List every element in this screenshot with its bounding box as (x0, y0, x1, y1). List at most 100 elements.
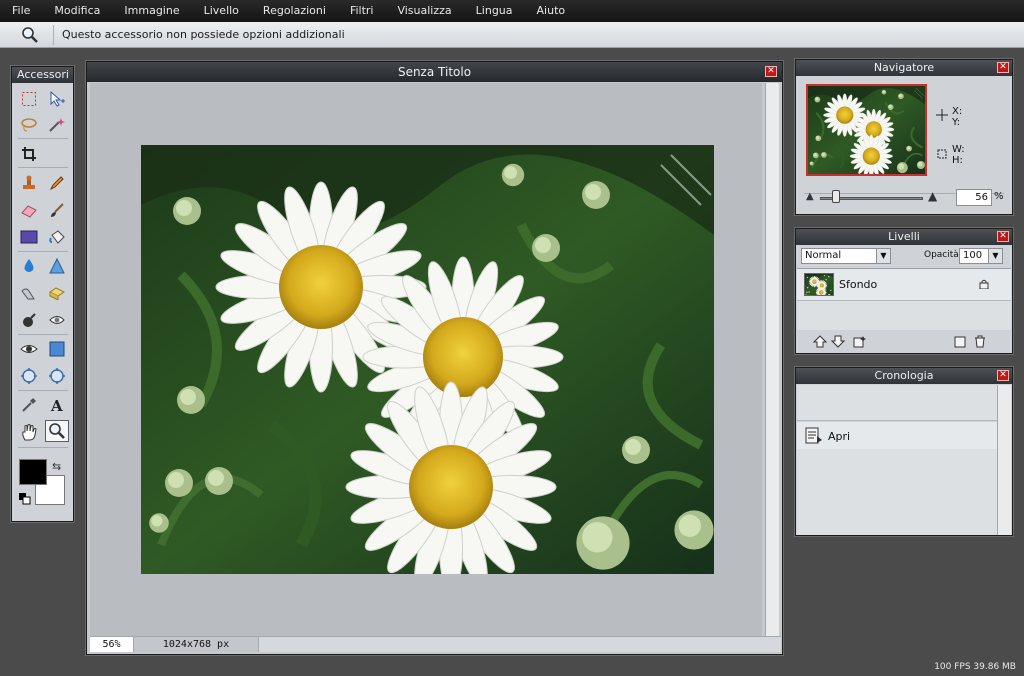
document-title-text: Senza Titolo (397, 65, 472, 79)
shape-icon[interactable] (45, 338, 69, 360)
layer-list: Sfondo (797, 268, 1011, 330)
navigator-zoom-input[interactable]: 56 (956, 189, 992, 206)
tools-panel: Accessori A ⇆ (11, 66, 74, 522)
menu-filtri[interactable]: Filtri (342, 0, 382, 22)
navigator-title: Navigatore ✕ (796, 60, 1012, 76)
document-window: Senza Titolo ✕ 56% 1024x768 px (86, 61, 783, 655)
zoom-icon[interactable] (45, 420, 69, 442)
lock-icon (979, 279, 989, 289)
menu-visualizza[interactable]: Visualizza (389, 0, 459, 22)
layers-title-text: Livelli (888, 230, 920, 243)
tools-separator (18, 138, 68, 139)
layer-row[interactable]: Sfondo (797, 269, 1011, 301)
crop-icon[interactable] (17, 143, 41, 165)
foreground-color-swatch[interactable] (19, 459, 47, 485)
navigator-title-text: Navigatore (873, 61, 935, 74)
zoom-slider-handle[interactable] (832, 190, 840, 203)
crosshair-icon (936, 109, 948, 121)
tools-separator (18, 167, 68, 168)
stamp-icon[interactable] (17, 172, 41, 194)
bloat-icon[interactable] (17, 365, 41, 387)
options-message: Questo accessorio non possiede opzioni a… (62, 28, 345, 41)
tools-separator (18, 390, 68, 391)
eye-icon[interactable] (17, 338, 41, 360)
zoom-out-icon[interactable]: ▲ (806, 191, 814, 202)
pencil-icon[interactable] (45, 172, 69, 194)
document-zoom[interactable]: 56% (90, 637, 134, 652)
history-item[interactable]: Apri (797, 422, 997, 449)
rectangle-icon[interactable] (17, 226, 41, 248)
history-empty-area (797, 449, 997, 535)
bucket-icon[interactable] (45, 226, 69, 248)
document-title: Senza Titolo ✕ (87, 62, 782, 82)
text-icon[interactable]: A (45, 394, 69, 416)
menu-modifica[interactable]: Modifica (46, 0, 108, 22)
opacity-select[interactable]: 100 ▼ (959, 248, 1003, 264)
image-canvas[interactable] (141, 145, 714, 574)
opacity-value: 100 (963, 250, 983, 261)
history-scrollbar[interactable] (997, 385, 1011, 535)
lasso-icon[interactable] (17, 114, 41, 136)
menu-livello[interactable]: Livello (196, 0, 247, 22)
navigator-x-label: X: (952, 106, 963, 117)
marquee-icon[interactable] (17, 88, 41, 110)
sponge-icon[interactable] (17, 282, 41, 304)
tools-separator (18, 251, 68, 252)
swap-colors-icon[interactable]: ⇆ (52, 460, 61, 473)
dodge-icon[interactable] (45, 282, 69, 304)
close-document-icon[interactable]: ✕ (765, 66, 777, 77)
move-layer-up-icon[interactable] (813, 335, 827, 348)
tools-grid: A (12, 83, 73, 463)
move-layer-down-icon[interactable] (831, 335, 845, 348)
eraser-icon[interactable] (17, 199, 41, 221)
layers-title: Livelli ✕ (796, 229, 1012, 245)
menu-regolazioni[interactable]: Regolazioni (255, 0, 334, 22)
navigator-w-label: W: (952, 144, 965, 155)
tools-panel-title: Accessori (12, 67, 73, 83)
wand-icon[interactable] (45, 114, 69, 136)
pinch-icon[interactable] (45, 365, 69, 387)
options-bar: Questo accessorio non possiede opzioni a… (0, 22, 1024, 48)
history-title-text: Cronologia (874, 369, 934, 382)
navigator-h-label: H: (952, 155, 963, 166)
eyedropper-icon[interactable] (17, 394, 41, 416)
layer-thumbnail (804, 273, 834, 296)
dimension-icon (937, 149, 947, 159)
reset-colors-icon[interactable] (19, 493, 31, 505)
menu-lingua[interactable]: Lingua (468, 0, 521, 22)
history-panel: Cronologia ✕ Apri (795, 367, 1013, 536)
history-document-icon (805, 427, 822, 444)
navigator-body: X: Y: W: H: ▲ ▲ 56 % (796, 76, 1012, 214)
tools-separator (18, 447, 68, 448)
zoom-in-icon[interactable]: ▲ (928, 189, 937, 203)
drop-icon[interactable] (17, 255, 41, 277)
menu-file[interactable]: File (4, 0, 38, 22)
document-size: 1024x768 px (134, 637, 259, 652)
navigator-thumbnail[interactable] (806, 84, 927, 176)
menu-aiuto[interactable]: Aiuto (529, 0, 574, 22)
vertical-scrollbar[interactable] (765, 83, 779, 636)
close-navigator-icon[interactable]: ✕ (997, 62, 1009, 73)
close-history-icon[interactable]: ✕ (997, 370, 1009, 381)
redeye-icon[interactable] (45, 309, 69, 331)
menu-immagine[interactable]: Immagine (116, 0, 187, 22)
new-layer-icon[interactable] (953, 335, 967, 348)
delete-layer-icon[interactable] (973, 335, 987, 348)
blend-mode-select[interactable]: Normal ▼ (801, 248, 891, 264)
layer-name: Sfondo (839, 278, 878, 291)
move-icon[interactable] (45, 88, 69, 110)
navigator-y-label: Y: (952, 117, 961, 128)
navigator-panel: Navigatore ✕ X: Y: W: H: ▲ ▲ 56 % (795, 59, 1013, 215)
chevron-down-icon[interactable]: ▼ (876, 249, 890, 263)
menu-bar: File Modifica Immagine Livello Regolazio… (0, 0, 1024, 22)
triangle-icon[interactable] (45, 255, 69, 277)
close-layers-icon[interactable]: ✕ (997, 231, 1009, 242)
performance-readout: 100 FPS 39.86 MB (934, 662, 1016, 672)
canvas-area[interactable] (90, 83, 762, 636)
layer-styles-icon[interactable] (853, 335, 867, 348)
burn-icon[interactable] (17, 309, 41, 331)
brush-icon[interactable] (45, 199, 69, 221)
navigator-zoom-unit: % (994, 191, 1004, 202)
chevron-down-icon[interactable]: ▼ (988, 249, 1002, 263)
hand-icon[interactable] (17, 421, 41, 443)
